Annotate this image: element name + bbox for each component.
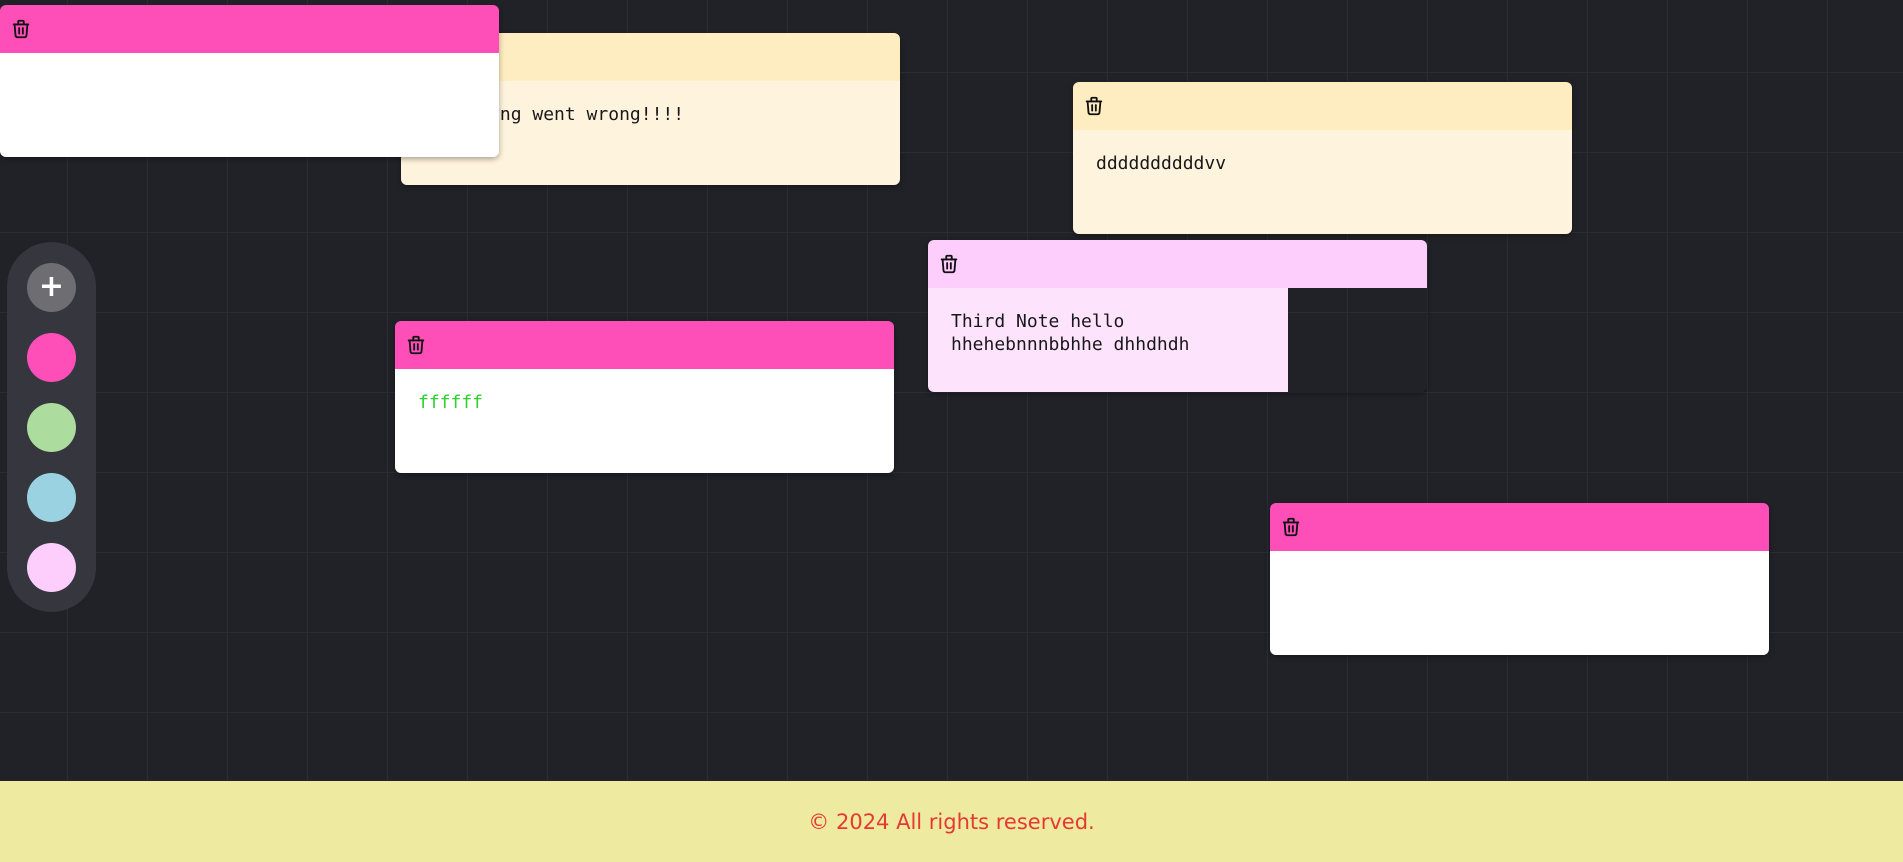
color-swatch-lilac[interactable] bbox=[27, 543, 76, 592]
controls-panel: + bbox=[7, 242, 96, 612]
note-card[interactable] bbox=[0, 5, 499, 157]
add-note-button[interactable]: + bbox=[27, 263, 76, 312]
trash-icon[interactable] bbox=[938, 253, 960, 275]
footer: © 2024 All rights reserved. bbox=[0, 781, 1903, 862]
plus-icon: + bbox=[38, 269, 65, 304]
note-text[interactable] bbox=[1270, 551, 1769, 655]
note-header[interactable] bbox=[0, 5, 499, 53]
note-header[interactable] bbox=[1270, 503, 1769, 551]
trash-icon[interactable] bbox=[1280, 516, 1302, 538]
note-header[interactable] bbox=[395, 321, 894, 369]
note-text[interactable] bbox=[0, 53, 499, 157]
note-text[interactable]: ffffff bbox=[395, 369, 894, 473]
note-header[interactable] bbox=[928, 240, 1427, 288]
trash-icon[interactable] bbox=[10, 18, 32, 40]
note-card[interactable]: ddddddddddvv bbox=[1073, 82, 1572, 234]
color-swatch-pink[interactable] bbox=[27, 333, 76, 382]
note-card[interactable] bbox=[1270, 503, 1769, 655]
note-header[interactable] bbox=[1073, 82, 1572, 130]
note-card[interactable]: ffffff bbox=[395, 321, 894, 473]
note-card[interactable]: Third Note hello hhehebnnnbbhhe dhhdhdh bbox=[928, 240, 1427, 392]
note-text[interactable]: Third Note hello hhehebnnnbbhhe dhhdhdh bbox=[928, 288, 1288, 392]
trash-icon[interactable] bbox=[405, 334, 427, 356]
note-text[interactable]: ddddddddddvv bbox=[1073, 130, 1572, 234]
color-swatch-blue[interactable] bbox=[27, 473, 76, 522]
trash-icon[interactable] bbox=[1083, 95, 1105, 117]
color-swatch-green[interactable] bbox=[27, 403, 76, 452]
copyright-text: © 2024 All rights reserved. bbox=[808, 809, 1095, 834]
